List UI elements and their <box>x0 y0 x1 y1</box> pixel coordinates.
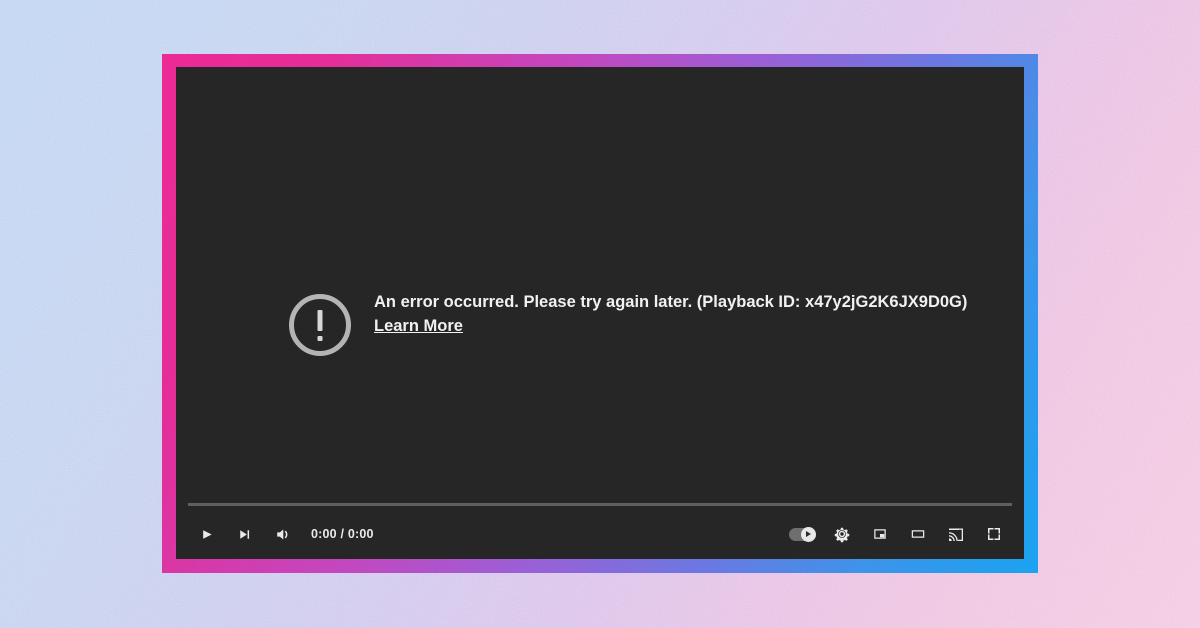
exclamation-dot <box>317 336 323 341</box>
fullscreen-button[interactable] <box>975 515 1013 553</box>
gradient-border-frame: An error occurred. Please try again late… <box>162 54 1038 573</box>
error-exclamation-circle-icon <box>289 294 351 356</box>
progress-bar-scrubber[interactable] <box>188 503 1012 506</box>
learn-more-link[interactable]: Learn More <box>374 315 463 337</box>
exclamation-stem <box>317 310 323 331</box>
cast-button[interactable] <box>937 515 975 553</box>
next-track-button[interactable] <box>225 515 263 553</box>
volume-button[interactable] <box>263 515 301 553</box>
error-message-text: An error occurred. Please try again late… <box>374 293 968 311</box>
autoplay-toggle-knob <box>800 526 816 542</box>
player-controls-bar: 0:00 / 0:00 <box>176 503 1024 559</box>
error-message-block: An error occurred. Please try again late… <box>289 289 967 356</box>
miniplayer-button[interactable] <box>861 515 899 553</box>
controls-row: 0:00 / 0:00 <box>176 514 1024 554</box>
play-icon <box>806 531 812 537</box>
autoplay-toggle-track <box>788 526 816 542</box>
time-display: 0:00 / 0:00 <box>311 527 374 541</box>
play-button[interactable] <box>187 515 225 553</box>
settings-button[interactable] <box>823 515 861 553</box>
autoplay-toggle[interactable] <box>783 515 821 553</box>
error-text-group: An error occurred. Please try again late… <box>374 289 967 337</box>
theater-mode-button[interactable] <box>899 515 937 553</box>
video-player[interactable]: An error occurred. Please try again late… <box>176 67 1024 559</box>
